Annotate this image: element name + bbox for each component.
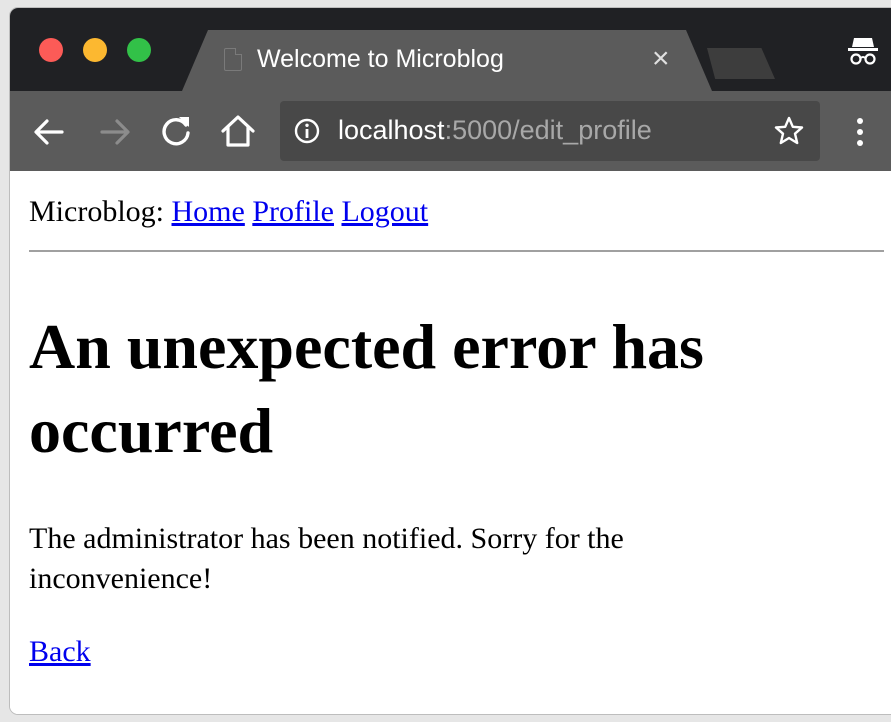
incognito-icon <box>848 38 878 65</box>
tab-active[interactable]: Welcome to Microblog × <box>182 30 712 91</box>
tab-close-button[interactable]: × <box>652 42 670 76</box>
site-name: Microblog: <box>29 195 164 228</box>
browser-toolbar: localhost:5000/edit_profile <box>10 91 891 171</box>
url-host: localhost <box>338 115 445 145</box>
home-icon[interactable] <box>218 111 258 151</box>
nav-link-logout[interactable]: Logout <box>341 195 428 228</box>
site-nav: Microblog: Home Profile Logout <box>29 195 428 229</box>
arrow-left-icon[interactable] <box>32 115 66 149</box>
nav-link-home[interactable]: Home <box>172 195 245 228</box>
nav-link-profile[interactable]: Profile <box>252 195 334 228</box>
error-message: The administrator has been notified. Sor… <box>29 522 624 595</box>
address-bar[interactable]: localhost:5000/edit_profile <box>280 101 820 161</box>
browser-window: Welcome to Microblog × localhost:5000/ed… <box>10 8 891 714</box>
tab-bar: Welcome to Microblog × <box>10 8 891 91</box>
info-icon[interactable] <box>294 118 320 144</box>
arrow-right-icon[interactable] <box>98 115 132 149</box>
url-text[interactable]: localhost:5000/edit_profile <box>338 115 652 146</box>
minimize-window-button[interactable] <box>83 38 107 62</box>
new-tab-button[interactable] <box>707 48 775 79</box>
page-icon <box>224 48 242 71</box>
url-path: :5000/edit_profile <box>444 115 652 145</box>
close-window-button[interactable] <box>39 38 63 62</box>
tab-title: Welcome to Microblog <box>257 45 504 73</box>
back-link[interactable]: Back <box>29 635 91 669</box>
divider <box>29 250 884 252</box>
maximize-window-button[interactable] <box>127 38 151 62</box>
kebab-menu-icon[interactable] <box>850 115 870 149</box>
page-content: Microblog: Home Profile Logout An unexpe… <box>10 171 891 714</box>
page-title: An unexpected error has occurred <box>29 311 704 466</box>
star-icon[interactable] <box>773 115 805 147</box>
reload-icon[interactable] <box>158 113 194 149</box>
